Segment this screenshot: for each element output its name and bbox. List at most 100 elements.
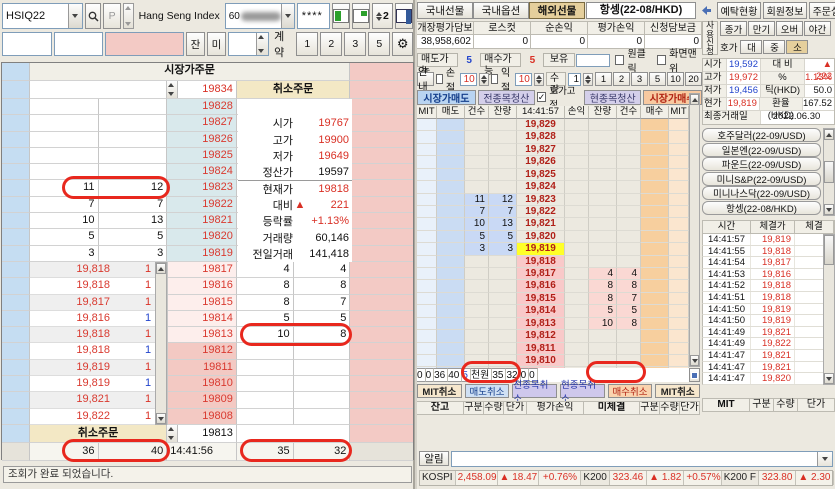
sell-strip-cell[interactable] (2, 278, 30, 294)
quote-size-button[interactable]: 대 (740, 40, 762, 54)
alert-dropdown[interactable] (451, 451, 833, 467)
cancel-button[interactable]: 현종목취소 (560, 384, 605, 398)
ask-count-cell[interactable] (30, 148, 99, 164)
bid-count-cell[interactable]: 8 (294, 327, 351, 343)
price-cell[interactable]: 19,823 (517, 194, 565, 206)
sell-qty-cell[interactable] (489, 181, 517, 193)
buy-qty-cell[interactable] (589, 355, 617, 367)
scroll-down-icon[interactable] (824, 373, 834, 384)
sell-strip-cell[interactable] (2, 327, 30, 343)
price-cell[interactable]: 19,821 (517, 218, 565, 230)
sell-order-cell[interactable] (437, 144, 465, 156)
session-button[interactable]: 종가 (720, 21, 747, 36)
buy-order-cell[interactable] (641, 256, 669, 268)
ask-count-cell[interactable]: 7 (30, 197, 99, 213)
price-cell[interactable]: 19,820 (517, 231, 565, 243)
cancel-button[interactable]: 전종목취소 (512, 384, 557, 398)
buy-strip-cell[interactable] (350, 278, 413, 294)
buy-count-cell[interactable] (617, 131, 641, 143)
buy-order-cell[interactable] (641, 318, 669, 330)
scroll-up-icon[interactable] (690, 94, 699, 105)
sell-strip-cell[interactable] (2, 262, 30, 278)
buy-count-cell[interactable] (617, 194, 641, 206)
sell-qty-cell[interactable] (489, 355, 517, 367)
qty-preset-button[interactable]: 10 (667, 72, 684, 86)
sell-order-cell[interactable] (437, 268, 465, 280)
buy-strip-cell[interactable] (350, 180, 413, 196)
qty-preset-button[interactable]: 1 (296, 32, 318, 56)
bid-count-cell[interactable]: 8 (294, 278, 351, 294)
mit-buy-cell[interactable] (669, 218, 689, 230)
ask-price-cell[interactable]: 19820 (167, 229, 237, 245)
scroll-thumb[interactable] (824, 161, 834, 183)
mit-buy-cell[interactable] (669, 231, 689, 243)
buy-qty-cell[interactable] (589, 181, 617, 193)
buy-count-cell[interactable]: 4 (617, 268, 641, 280)
qty-preset-button[interactable]: 1 (595, 72, 612, 86)
sell-qty-cell[interactable]: 7 (489, 206, 517, 218)
lower-price-spinner[interactable] (167, 425, 178, 442)
sell-qty-cell[interactable]: 13 (489, 218, 517, 230)
buy-qty-cell[interactable] (589, 343, 617, 355)
mit-sell-cell[interactable] (417, 243, 437, 255)
instrument-button[interactable]: 파운드(22-09/USD) (702, 157, 821, 171)
price-cell[interactable]: 19,829 (517, 119, 565, 131)
buy-count-cell[interactable] (617, 144, 641, 156)
sell-qty-cell[interactable] (489, 343, 517, 355)
liquidate-all-button[interactable]: 전종목청산 (478, 90, 535, 105)
sell-order-cell[interactable] (437, 206, 465, 218)
sell-order-cell[interactable] (437, 131, 465, 143)
sell-order-cell[interactable] (437, 330, 465, 342)
bid-count-cell[interactable]: 5 (294, 311, 351, 327)
sell-qty-cell[interactable] (489, 293, 517, 305)
buy-strip-cell[interactable] (350, 311, 413, 327)
ask-qty-cell[interactable]: 7 (99, 197, 168, 213)
contract-count-field[interactable] (228, 32, 269, 56)
symbol-spinner[interactable] (123, 3, 133, 29)
ask-count-cell[interactable] (30, 132, 99, 148)
mit-sell-cell[interactable] (417, 131, 437, 143)
sell-qty-cell[interactable]: 12 (489, 194, 517, 206)
bid-price-cell[interactable]: 19815 (167, 295, 237, 311)
mit-buy-cell[interactable] (669, 131, 689, 143)
sell-count-cell[interactable] (465, 144, 489, 156)
buy-strip-cell[interactable] (350, 115, 413, 131)
buy-count-cell[interactable] (617, 181, 641, 193)
price-cell[interactable]: 19,815 (517, 293, 565, 305)
buy-count-cell[interactable]: 8 (617, 280, 641, 292)
ask-count-cell[interactable]: 5 (30, 229, 99, 245)
sell-order-cell[interactable] (437, 355, 465, 367)
sell-order-cell[interactable] (437, 181, 465, 193)
ask-price-cell[interactable]: 19826 (167, 132, 237, 148)
price-cell[interactable]: 19,819 (517, 243, 565, 255)
session-button[interactable]: 만기 (748, 21, 775, 36)
session-button[interactable]: 오버 (776, 21, 803, 36)
link-button[interactable] (698, 4, 712, 20)
sell-count-cell[interactable] (465, 343, 489, 355)
sell-qty-cell[interactable] (489, 256, 517, 268)
ask-price-cell[interactable]: 19819 (167, 246, 237, 262)
buy-count-cell[interactable]: 5 (617, 305, 641, 317)
buy-order-cell[interactable] (641, 156, 669, 168)
search-button[interactable] (85, 3, 101, 29)
buy-count-cell[interactable] (617, 343, 641, 355)
sell-strip-cell[interactable] (2, 197, 30, 213)
sell-qty-cell[interactable] (489, 156, 517, 168)
ask-count-cell[interactable]: 3 (30, 246, 99, 262)
buy-order-cell[interactable] (641, 305, 669, 317)
qty-spinner[interactable] (583, 73, 593, 86)
ask-count-cell[interactable]: 11 (30, 180, 99, 196)
mit-sell-cell[interactable] (417, 181, 437, 193)
bid-count-cell[interactable]: 7 (294, 295, 351, 311)
remaining-button[interactable]: 잔 (186, 32, 205, 56)
buy-strip-cell[interactable] (350, 81, 413, 99)
sell-strip-cell[interactable] (2, 115, 30, 131)
bid-count-cell[interactable] (294, 392, 351, 408)
buy-count-cell[interactable] (617, 206, 641, 218)
account-button[interactable]: 예탁현황 (717, 2, 761, 19)
cancel-order-footer[interactable]: 취소주문 (30, 425, 167, 443)
sell-order-cell[interactable] (437, 218, 465, 230)
ladder-scrollbar[interactable] (689, 93, 700, 367)
instrument-scrollbar[interactable] (823, 128, 835, 216)
bid-qty-cell[interactable]: 4 (237, 262, 294, 278)
